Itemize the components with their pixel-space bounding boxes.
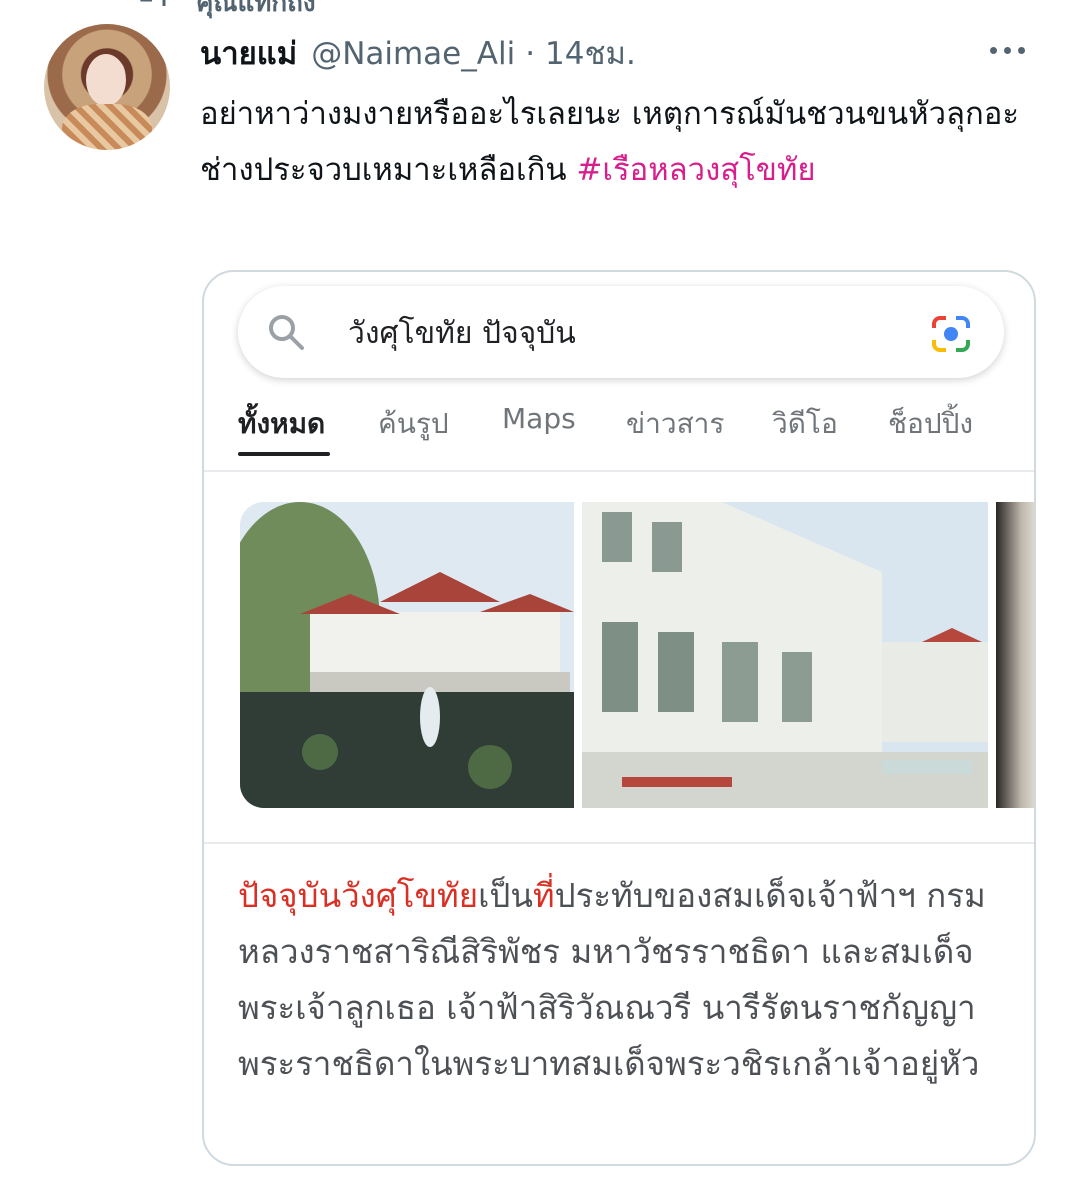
image-results bbox=[240, 502, 1034, 808]
more-dot bbox=[1004, 46, 1011, 54]
snippet-text: เป็น bbox=[478, 876, 533, 915]
tab-images: ค้นรูป bbox=[378, 407, 449, 440]
tab-news: ข่าวสาร bbox=[626, 407, 725, 440]
image-result bbox=[240, 502, 574, 808]
tab-shopping: ช็อปปิ้ง bbox=[888, 407, 974, 440]
avatar-face bbox=[86, 54, 126, 106]
display-name[interactable]: นายแม่ bbox=[200, 28, 297, 78]
divider bbox=[204, 842, 1034, 844]
search-tabs: ทั้งหมด ค้นรูป Maps ข่าวสาร วิดีโอ ช็อปป… bbox=[238, 402, 1034, 462]
avatar[interactable] bbox=[44, 24, 170, 150]
more-dot bbox=[990, 46, 997, 54]
tweet-body: อย่าหาว่างมงายหรืออะไรเลยนะ เหตุการณ์มัน… bbox=[200, 86, 1050, 198]
active-tab-indicator bbox=[238, 452, 330, 456]
tweet-timestamp[interactable]: 14ชม. bbox=[545, 28, 636, 78]
more-dot bbox=[1018, 46, 1025, 54]
hashtag-link[interactable]: #เรือหลวงสุโขทัย bbox=[576, 152, 815, 188]
avatar-robe bbox=[62, 104, 152, 150]
search-query: วังศุโขทัย ปัจจุบัน bbox=[348, 316, 576, 351]
divider bbox=[204, 470, 1034, 472]
tweet-header: นายแม่ @Naimae_Ali · 14ชม. bbox=[200, 28, 636, 74]
camera-lens-icon bbox=[932, 316, 970, 352]
separator-dot: · bbox=[525, 36, 536, 72]
snippet-highlight: ที่ bbox=[532, 876, 555, 915]
snippet-highlight: ปัจจุบันวังศุโขทัย bbox=[238, 876, 479, 915]
image-result-partial bbox=[996, 502, 1034, 808]
image-result bbox=[582, 502, 988, 808]
mention-icon bbox=[139, 0, 166, 6]
tab-all: ทั้งหมด bbox=[238, 407, 326, 440]
tweet-context-line: คุณแท็กถึง bbox=[0, 0, 1080, 18]
palace-pond-image bbox=[240, 502, 574, 808]
user-handle[interactable]: @Naimae_Ali bbox=[311, 36, 515, 72]
search-icon bbox=[269, 315, 304, 350]
search-snippet: ปัจจุบันวังศุโขทัยเป็นที่ประทับของสมเด็จ… bbox=[238, 868, 1018, 1092]
search-bar: วังศุโขทัย ปัจจุบัน bbox=[238, 286, 1004, 378]
tab-videos: วิดีโอ bbox=[772, 407, 838, 440]
attached-image[interactable]: วังศุโขทัย ปัจจุบัน ทั้งหมด ค้นรูป Maps … bbox=[202, 270, 1036, 1166]
white-building-image bbox=[582, 502, 988, 808]
more-options-icon[interactable] bbox=[990, 38, 1034, 62]
tab-maps: Maps bbox=[502, 402, 576, 435]
context-label: คุณแท็กถึง bbox=[196, 0, 316, 18]
